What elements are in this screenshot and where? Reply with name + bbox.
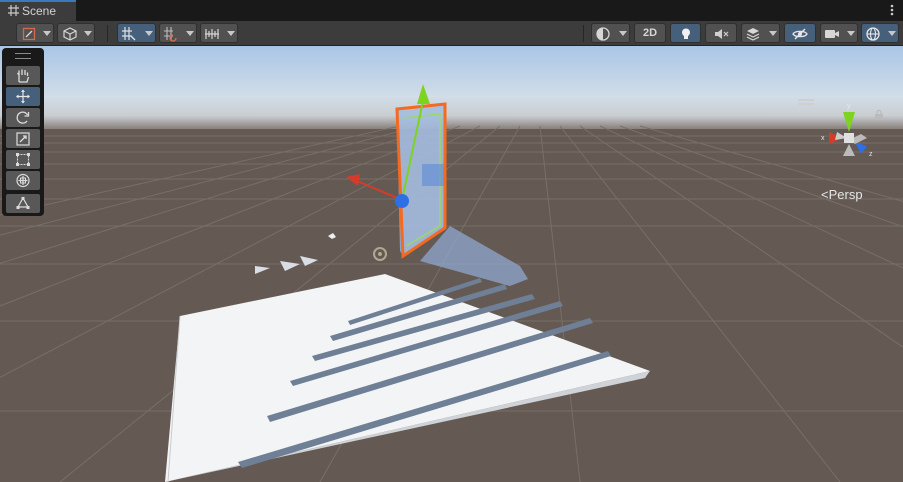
- chevron-down-icon: [145, 31, 153, 36]
- lightbulb-icon: [678, 26, 694, 42]
- scene-render: [0, 46, 903, 482]
- tab-bar: Scene: [0, 0, 903, 21]
- gizmos-dropdown[interactable]: [861, 23, 899, 43]
- toolbar-separator: [583, 25, 584, 42]
- scene-viewport[interactable]: x y z <Persp: [0, 46, 903, 482]
- tools-overlay: [2, 48, 44, 216]
- rotate-tool-button[interactable]: [6, 108, 40, 127]
- hidden-eye-icon: [792, 26, 808, 42]
- speaker-muted-icon: [713, 26, 729, 42]
- horizon: [0, 116, 903, 130]
- tab-scene[interactable]: Scene: [0, 0, 76, 21]
- pivot-icon: [62, 26, 78, 42]
- neg-y-axis-cone[interactable]: [843, 144, 855, 156]
- transform-icon: [16, 173, 30, 188]
- chevron-down-icon: [888, 31, 896, 36]
- transform-tool-dropdown[interactable]: [16, 23, 54, 43]
- toolbar-separator: [107, 25, 108, 42]
- gizmo-y-label: y: [847, 103, 851, 110]
- shading-mode-dropdown[interactable]: [591, 23, 630, 43]
- orientation-gizmo[interactable]: x y z: [809, 98, 889, 178]
- chevron-down-icon: [769, 31, 777, 36]
- rect-icon: [16, 153, 30, 166]
- transform-tool-button[interactable]: [6, 171, 40, 190]
- effects-dropdown[interactable]: [741, 23, 780, 43]
- chevron-down-icon: [227, 31, 235, 36]
- hand-tool-button[interactable]: [6, 66, 40, 85]
- drag-handle-icon[interactable]: [15, 53, 31, 59]
- z-axis-cone[interactable]: [855, 142, 867, 154]
- scene-toolbar: 2D: [0, 21, 903, 46]
- hand-icon: [16, 69, 30, 83]
- move-tool-button[interactable]: [6, 87, 40, 106]
- camera-dropdown[interactable]: [820, 23, 858, 43]
- increment-snap-dropdown[interactable]: [159, 23, 197, 43]
- chevron-down-icon: [847, 31, 855, 36]
- kebab-menu-icon[interactable]: [890, 3, 894, 17]
- gizmos-icon: [865, 26, 881, 42]
- y-axis-cone[interactable]: [843, 112, 855, 132]
- rotate-icon: [16, 111, 30, 124]
- sky: [0, 46, 903, 118]
- chevron-down-icon: [43, 31, 51, 36]
- audio-toggle-button[interactable]: [705, 23, 737, 43]
- gizmo-center[interactable]: [844, 133, 854, 143]
- move-icon: [16, 89, 30, 104]
- scale-icon: [16, 132, 30, 146]
- chevron-down-icon: [186, 31, 194, 36]
- increment-snap-icon: [163, 26, 179, 42]
- shading-mode-icon: [595, 26, 611, 42]
- ruler-icon: [204, 26, 220, 42]
- projection-label[interactable]: <Persp: [821, 187, 863, 202]
- lighting-toggle-button[interactable]: [670, 23, 701, 43]
- transform-tool-icon: [21, 26, 37, 42]
- chevron-down-icon: [84, 31, 92, 36]
- scale-tool-button[interactable]: [6, 129, 40, 148]
- custom-tool-button[interactable]: [6, 194, 40, 213]
- ruler-dropdown[interactable]: [200, 23, 238, 43]
- tab-label: Scene: [22, 4, 57, 18]
- 2d-toggle-button[interactable]: 2D: [634, 23, 666, 43]
- chevron-down-icon: [619, 31, 627, 36]
- camera-icon: [824, 26, 840, 42]
- gizmo-z-label: z: [869, 151, 873, 158]
- pivot-dropdown[interactable]: [57, 23, 95, 43]
- effects-icon: [745, 26, 761, 42]
- scene-visibility-toggle[interactable]: [784, 23, 816, 43]
- grid-snap-icon: [121, 26, 137, 42]
- gizmo-x-label: x: [821, 135, 825, 142]
- custom-tool-icon: [16, 196, 30, 209]
- grid-snap-dropdown[interactable]: [117, 23, 156, 43]
- chevron-left-icon: <: [821, 187, 829, 202]
- rect-tool-button[interactable]: [6, 150, 40, 169]
